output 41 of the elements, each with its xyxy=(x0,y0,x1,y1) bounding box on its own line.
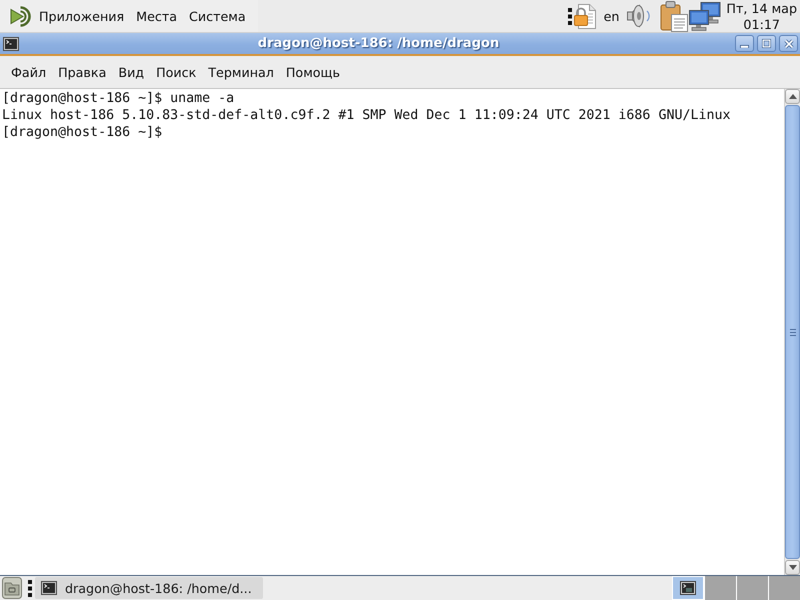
clock-date[interactable]: Пт, 14 мар xyxy=(726,1,797,17)
menu-item[interactable]: Терминал xyxy=(202,60,280,84)
terminal-icon[interactable] xyxy=(3,36,19,50)
terminal-icon xyxy=(41,581,57,595)
terminal-line: Linux host-186 5.10.83-std-def-alt0.c9f.2 #1 SMP Wed Dec 1 11:09:24 UTC 2021 i686 GNU/Linux xyxy=(2,107,730,124)
panel-menu-button[interactable]: Приложения xyxy=(33,3,130,29)
maximize-icon xyxy=(762,39,771,48)
up-arrow-icon xyxy=(788,94,796,99)
drag-handle-icon[interactable] xyxy=(568,8,572,24)
menu-item[interactable]: Файл xyxy=(5,60,52,84)
menu-item[interactable]: Вид xyxy=(112,60,150,84)
grip-icon xyxy=(790,328,796,336)
terminal-line: [dragon@host-186 ~]$ uname -a xyxy=(2,90,234,107)
menu-item[interactable]: Правка xyxy=(52,60,112,84)
window-thumbnail-icon xyxy=(680,581,696,595)
speaker-icon[interactable] xyxy=(626,4,652,28)
down-arrow-icon xyxy=(788,565,796,570)
logo-icon[interactable] xyxy=(10,6,31,26)
minimize-button[interactable] xyxy=(735,35,754,52)
drag-handle-icon[interactable] xyxy=(28,580,32,596)
menu-item[interactable]: Помощь xyxy=(280,60,346,84)
window-title: dragon@host-186: /home/dragon xyxy=(256,36,500,51)
minimize-icon xyxy=(740,44,749,48)
scroll-up-button[interactable] xyxy=(785,89,800,104)
close-button[interactable] xyxy=(779,35,798,52)
workspace-button[interactable] xyxy=(672,576,704,600)
keyboard-layout-indicator[interactable]: en xyxy=(604,8,620,24)
locked-document-icon[interactable] xyxy=(574,4,596,28)
panel-menu-button[interactable]: Места xyxy=(130,3,184,29)
folder-icon xyxy=(2,577,22,599)
panel-menu-button[interactable]: Система xyxy=(183,3,252,29)
network-icon[interactable] xyxy=(689,2,722,30)
show-desktop-button[interactable] xyxy=(2,577,22,599)
terminal-line: [dragon@host-186 ~]$ xyxy=(2,124,162,141)
taskbar-button[interactable]: dragon@host-186: /home/d... xyxy=(35,577,263,599)
scroll-down-button[interactable] xyxy=(785,560,800,575)
clipboard-icon[interactable] xyxy=(660,0,690,32)
clock-time[interactable]: 01:17 xyxy=(743,17,780,33)
maximize-button[interactable] xyxy=(757,35,776,52)
menu-item[interactable]: Поиск xyxy=(150,60,202,84)
close-icon xyxy=(784,38,794,48)
